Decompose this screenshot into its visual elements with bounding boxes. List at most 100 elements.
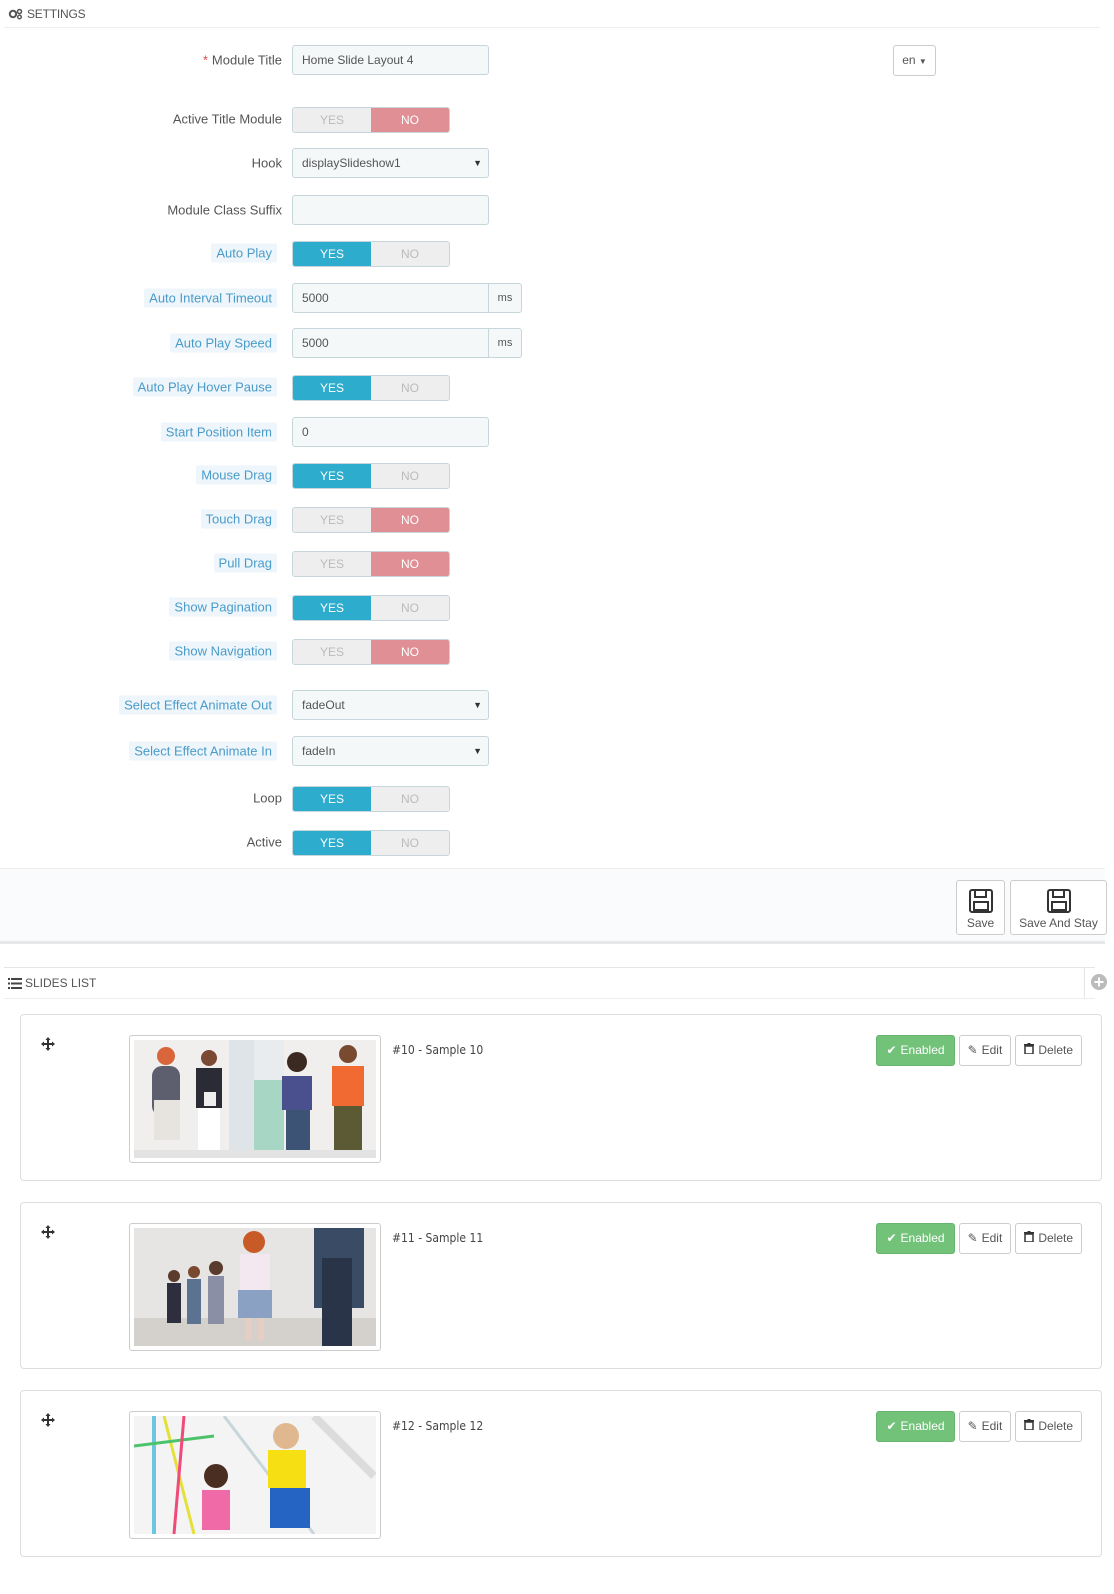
module-class-suffix-input[interactable] [292, 195, 489, 225]
save-and-stay-label: Save And Stay [1019, 916, 1098, 930]
language-dropdown-button[interactable]: en ▼ [893, 45, 936, 76]
floppy-disk-icon [968, 888, 994, 914]
switch-yes[interactable]: YES [293, 596, 371, 620]
settings-heading: SETTINGS [4, 0, 1100, 28]
pull-drag-switch[interactable]: YES NO [292, 551, 450, 577]
switch-yes[interactable]: YES [293, 787, 371, 811]
enabled-toggle-button[interactable]: ✔ Enabled [876, 1035, 955, 1066]
settings-heading-label: SETTINGS [27, 6, 86, 21]
effect-in-select[interactable]: fadeIn ▼ [292, 736, 489, 766]
switch-yes[interactable]: YES [293, 640, 371, 664]
switch-no[interactable]: NO [371, 464, 449, 488]
switch-no[interactable]: NO [371, 242, 449, 266]
switch-yes[interactable]: YES [293, 552, 371, 576]
slide-title: #11 - Sample 11 [392, 1231, 484, 1245]
auto-play-switch[interactable]: YES NO [292, 241, 450, 267]
start-position-item-row: Start Position Item 0 [0, 417, 1100, 447]
move-drag-icon[interactable] [41, 1413, 55, 1430]
slide-thumbnail [129, 1411, 381, 1539]
slide-actions: ✔ Enabled ✎ Edit Delete [876, 1035, 1082, 1066]
caret-down-icon: ▼ [918, 57, 927, 66]
switch-yes[interactable]: YES [293, 242, 371, 266]
switch-no[interactable]: NO [371, 831, 449, 855]
show-navigation-switch[interactable]: YES NO [292, 639, 450, 665]
select-caret-icon: ▼ [473, 158, 482, 168]
enabled-label: Enabled [900, 1419, 945, 1433]
delete-label: Delete [1038, 1043, 1073, 1057]
switch-no[interactable]: NO [371, 108, 449, 132]
edit-button[interactable]: ✎ Edit [958, 1223, 1012, 1254]
start-position-item-input[interactable]: 0 [292, 417, 489, 447]
module-class-suffix-label: Module Class Suffix [167, 202, 282, 218]
auto-interval-timeout-label: Auto Interval Timeout [144, 288, 277, 308]
save-button[interactable]: Save [956, 880, 1005, 935]
edit-label: Edit [981, 1043, 1003, 1057]
required-marker: * [202, 52, 208, 68]
edit-icon: ✎ [967, 1419, 978, 1433]
enabled-toggle-button[interactable]: ✔ Enabled [876, 1411, 955, 1442]
switch-yes[interactable]: YES [293, 376, 371, 400]
active-title-module-label: Active Title Module [172, 111, 282, 127]
delete-button[interactable]: Delete [1015, 1223, 1082, 1254]
move-drag-icon[interactable] [41, 1037, 55, 1054]
edit-button[interactable]: ✎ Edit [958, 1411, 1012, 1442]
switch-no[interactable]: NO [371, 640, 449, 664]
edit-label: Edit [981, 1231, 1003, 1245]
delete-button[interactable]: Delete [1015, 1035, 1082, 1066]
module-class-suffix-row: Module Class Suffix [0, 195, 1100, 225]
active-title-module-row: Active Title Module YES NO [0, 104, 1100, 134]
pull-drag-row: Pull Drag YES NO [0, 548, 1100, 578]
switch-no[interactable]: NO [371, 376, 449, 400]
active-switch[interactable]: YES NO [292, 830, 450, 856]
module-title-label: * Module Title [202, 52, 282, 68]
plus-circle-icon [1090, 974, 1107, 993]
auto-play-hover-pause-label: Auto Play Hover Pause [132, 377, 277, 397]
switch-no[interactable]: NO [371, 552, 449, 576]
mouse-drag-label: Mouse Drag [196, 465, 277, 485]
switch-yes[interactable]: YES [293, 464, 371, 488]
switch-yes[interactable]: YES [293, 508, 371, 532]
effect-out-select[interactable]: fadeOut ▼ [292, 690, 489, 720]
delete-button[interactable]: Delete [1015, 1411, 1082, 1442]
show-pagination-switch[interactable]: YES NO [292, 595, 450, 621]
auto-interval-timeout-row: Auto Interval Timeout 5000 ms [0, 283, 1100, 313]
auto-interval-timeout-input[interactable]: 5000 [292, 283, 489, 313]
auto-play-speed-input[interactable]: 5000 [292, 328, 489, 358]
slide-title: #10 - Sample 10 [392, 1043, 484, 1057]
active-label: Active [246, 834, 282, 850]
auto-play-hover-pause-row: Auto Play Hover Pause YES NO [0, 372, 1100, 402]
language-code: en [902, 53, 916, 67]
enabled-label: Enabled [900, 1231, 945, 1245]
touch-drag-label: Touch Drag [200, 509, 277, 529]
enabled-toggle-button[interactable]: ✔ Enabled [876, 1223, 955, 1254]
ms-unit-addon: ms [488, 328, 522, 358]
switch-no[interactable]: NO [371, 596, 449, 620]
active-title-module-switch[interactable]: YES NO [292, 107, 450, 133]
enabled-label: Enabled [900, 1043, 945, 1057]
switch-yes[interactable]: YES [293, 108, 371, 132]
switch-no[interactable]: NO [371, 787, 449, 811]
start-position-item-label: Start Position Item [160, 422, 277, 442]
slide-actions: ✔ Enabled ✎ Edit Delete [876, 1223, 1082, 1254]
edit-button[interactable]: ✎ Edit [958, 1035, 1012, 1066]
module-title-input[interactable]: Home Slide Layout 4 [292, 45, 489, 75]
add-slide-button[interactable] [1084, 968, 1112, 999]
trash-icon [1024, 1036, 1035, 1065]
delete-label: Delete [1038, 1419, 1073, 1433]
loop-label: Loop [253, 790, 282, 806]
move-drag-icon[interactable] [41, 1225, 55, 1242]
slides-list-heading-label: SLIDES LIST [25, 976, 97, 990]
loop-row: Loop YES NO [0, 783, 1100, 813]
auto-play-hover-pause-switch[interactable]: YES NO [292, 375, 450, 401]
hook-select[interactable]: displaySlideshow1 ▼ [292, 148, 489, 178]
switch-yes[interactable]: YES [293, 831, 371, 855]
save-and-stay-button[interactable]: Save And Stay [1010, 880, 1107, 935]
touch-drag-switch[interactable]: YES NO [292, 507, 450, 533]
loop-switch[interactable]: YES NO [292, 786, 450, 812]
ms-unit-addon: ms [488, 283, 522, 313]
show-pagination-row: Show Pagination YES NO [0, 592, 1100, 622]
slide-actions: ✔ Enabled ✎ Edit Delete [876, 1411, 1082, 1442]
effect-out-value: fadeOut [302, 698, 345, 712]
mouse-drag-switch[interactable]: YES NO [292, 463, 450, 489]
switch-no[interactable]: NO [371, 508, 449, 532]
